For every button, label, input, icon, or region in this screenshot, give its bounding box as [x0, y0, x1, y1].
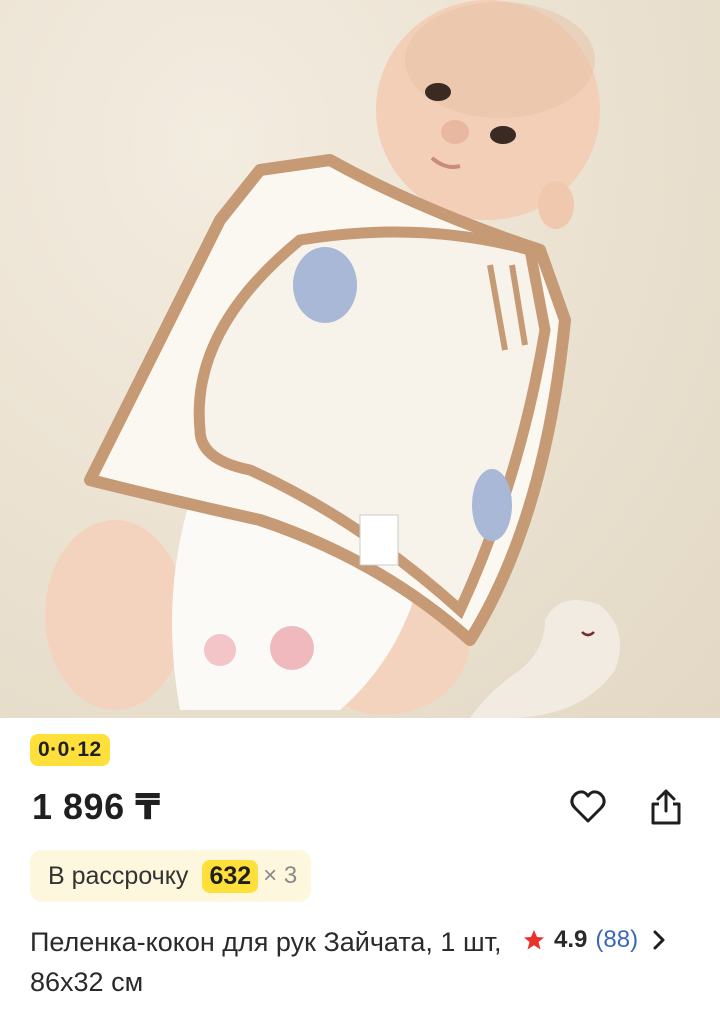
heart-icon: [570, 790, 606, 823]
installment-multiplier: × 3: [263, 862, 298, 889]
product-photo-illustration: [45, 0, 620, 718]
product-price: 1 896 ₸: [32, 786, 161, 827]
favorite-button[interactable]: [564, 783, 612, 831]
review-count: (88): [595, 926, 639, 953]
product-photo[interactable]: [0, 0, 720, 718]
share-button[interactable]: [642, 783, 690, 831]
rating-value: 4.9: [554, 926, 588, 953]
rating-link[interactable]: 4.9 (88): [522, 922, 666, 958]
installment-offer[interactable]: В рассрочку 632 × 3: [30, 850, 312, 902]
chevron-right-icon: [653, 930, 665, 950]
star-icon: [524, 930, 544, 950]
timer-badge: 0·0·12: [30, 734, 110, 766]
installment-amount: 632: [202, 859, 259, 893]
share-icon: [651, 789, 681, 825]
product-title: Пеленка-кокон для рук Зайчата, 1 шт, 86х…: [30, 927, 502, 997]
installment-label: В рассрочку: [48, 861, 189, 890]
